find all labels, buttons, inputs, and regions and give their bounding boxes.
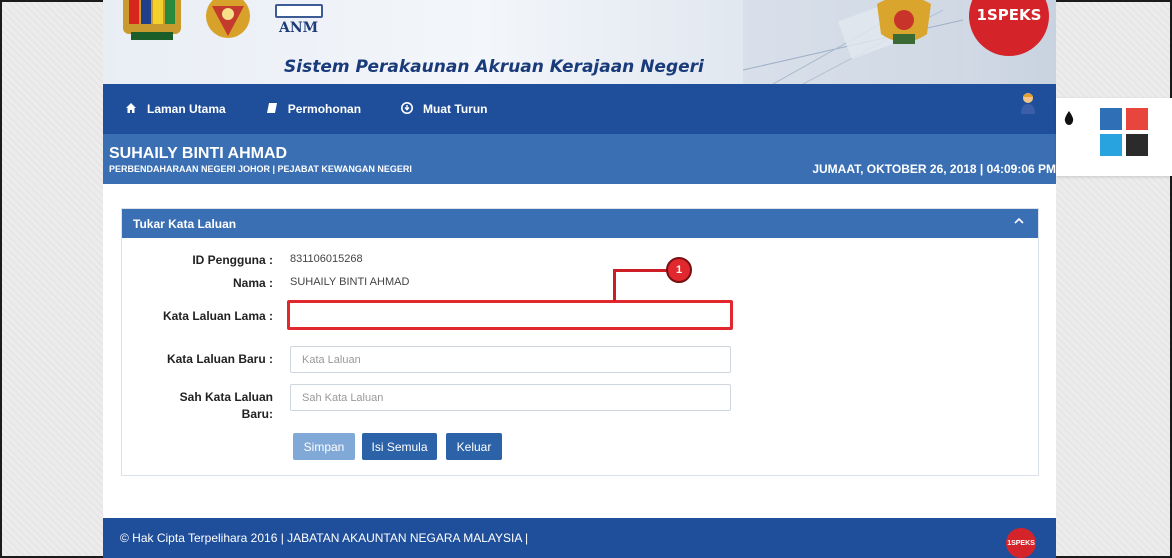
theme-swatch-red[interactable] — [1126, 108, 1148, 130]
theme-swatch-black[interactable] — [1126, 134, 1148, 156]
footer-brand-logo: 1SPEKS — [1006, 528, 1036, 558]
home-icon — [125, 102, 137, 117]
annotation-callout-line — [613, 269, 668, 272]
footer-copyright: © Hak Cipta Terpelihara 2016 | JABATAN A… — [120, 531, 529, 545]
theme-swatch-light-blue[interactable] — [1100, 134, 1122, 156]
anm-logo-box — [275, 4, 323, 18]
nav-item-label: Laman Utama — [147, 102, 226, 116]
book-icon — [266, 102, 278, 117]
panel-header: Tukar Kata Laluan — [122, 209, 1038, 238]
nav-item-muat-turun[interactable]: Muat Turun — [401, 101, 488, 117]
malaysia-coat-of-arms-logo — [877, 0, 931, 44]
change-password-panel: Tukar Kata Laluan — [121, 208, 1039, 476]
user-id-label: ID Pengguna : — [192, 253, 273, 267]
nav-item-label: Muat Turun — [423, 102, 488, 116]
current-datetime: JUMAAT, OKTOBER 26, 2018 | 04:09:06 PM — [812, 162, 1056, 176]
state-crest-logo — [123, 0, 181, 40]
main-nav: Laman Utama Permohonan Muat Turun — [103, 84, 1056, 134]
new-password-input[interactable]: Kata Laluan — [290, 346, 731, 373]
panel-title: Tukar Kata Laluan — [133, 216, 237, 231]
nav-item-laman-utama[interactable]: Laman Utama — [125, 102, 226, 117]
user-name: SUHAILY BINTI AHMAD — [109, 145, 288, 162]
exit-button[interactable]: Keluar — [446, 433, 502, 460]
user-department: PERBENDAHARAAN NEGERI JOHOR | PEJABAT KE… — [109, 164, 412, 174]
user-id-value: 831106015268 — [290, 253, 363, 265]
page-footer: © Hak Cipta Terpelihara 2016 | JABATAN A… — [103, 518, 1056, 558]
confirm-password-label: Sah Kata Laluan — [179, 390, 273, 404]
page: ANM Sistem Perakaunan Akruan Kerajaan Ne… — [103, 0, 1056, 558]
name-value: SUHAILY BINTI AHMAD — [290, 276, 410, 288]
reset-button[interactable]: Isi Semula — [362, 433, 437, 460]
droplet-icon[interactable] — [1064, 111, 1074, 125]
save-button[interactable]: Simpan — [293, 433, 355, 460]
nav-item-permohonan[interactable]: Permohonan — [266, 102, 361, 117]
name-label: Nama : — [232, 276, 273, 290]
chevron-up-icon[interactable] — [1014, 215, 1024, 229]
user-icon[interactable] — [1020, 92, 1036, 114]
system-title: Sistem Perakaunan Akruan Kerajaan Negeri — [284, 57, 704, 77]
nav-item-label: Permohonan — [287, 102, 362, 116]
confirm-password-label-line2: Baru: — [241, 407, 273, 421]
header-banner: ANM Sistem Perakaunan Akruan Kerajaan Ne… — [103, 0, 1056, 84]
old-password-input[interactable] — [287, 300, 733, 330]
confirm-password-input[interactable]: Sah Kata Laluan — [290, 384, 731, 411]
annotation-callout-line — [613, 269, 616, 301]
annotation-number-badge: 1 — [666, 257, 692, 283]
brand-logo: 1SPEKS — [969, 0, 1049, 56]
new-password-label: Kata Laluan Baru : — [166, 352, 273, 366]
agency-emblem-logo — [206, 0, 250, 38]
user-info-bar: SUHAILY BINTI AHMAD PERBENDAHARAAN NEGER… — [103, 134, 1056, 184]
old-password-label: Kata Laluan Lama : — [162, 309, 273, 323]
download-icon — [401, 101, 414, 117]
theme-switcher — [1056, 98, 1172, 176]
theme-swatch-blue[interactable] — [1100, 108, 1122, 130]
agency-abbreviation: ANM — [279, 20, 319, 36]
